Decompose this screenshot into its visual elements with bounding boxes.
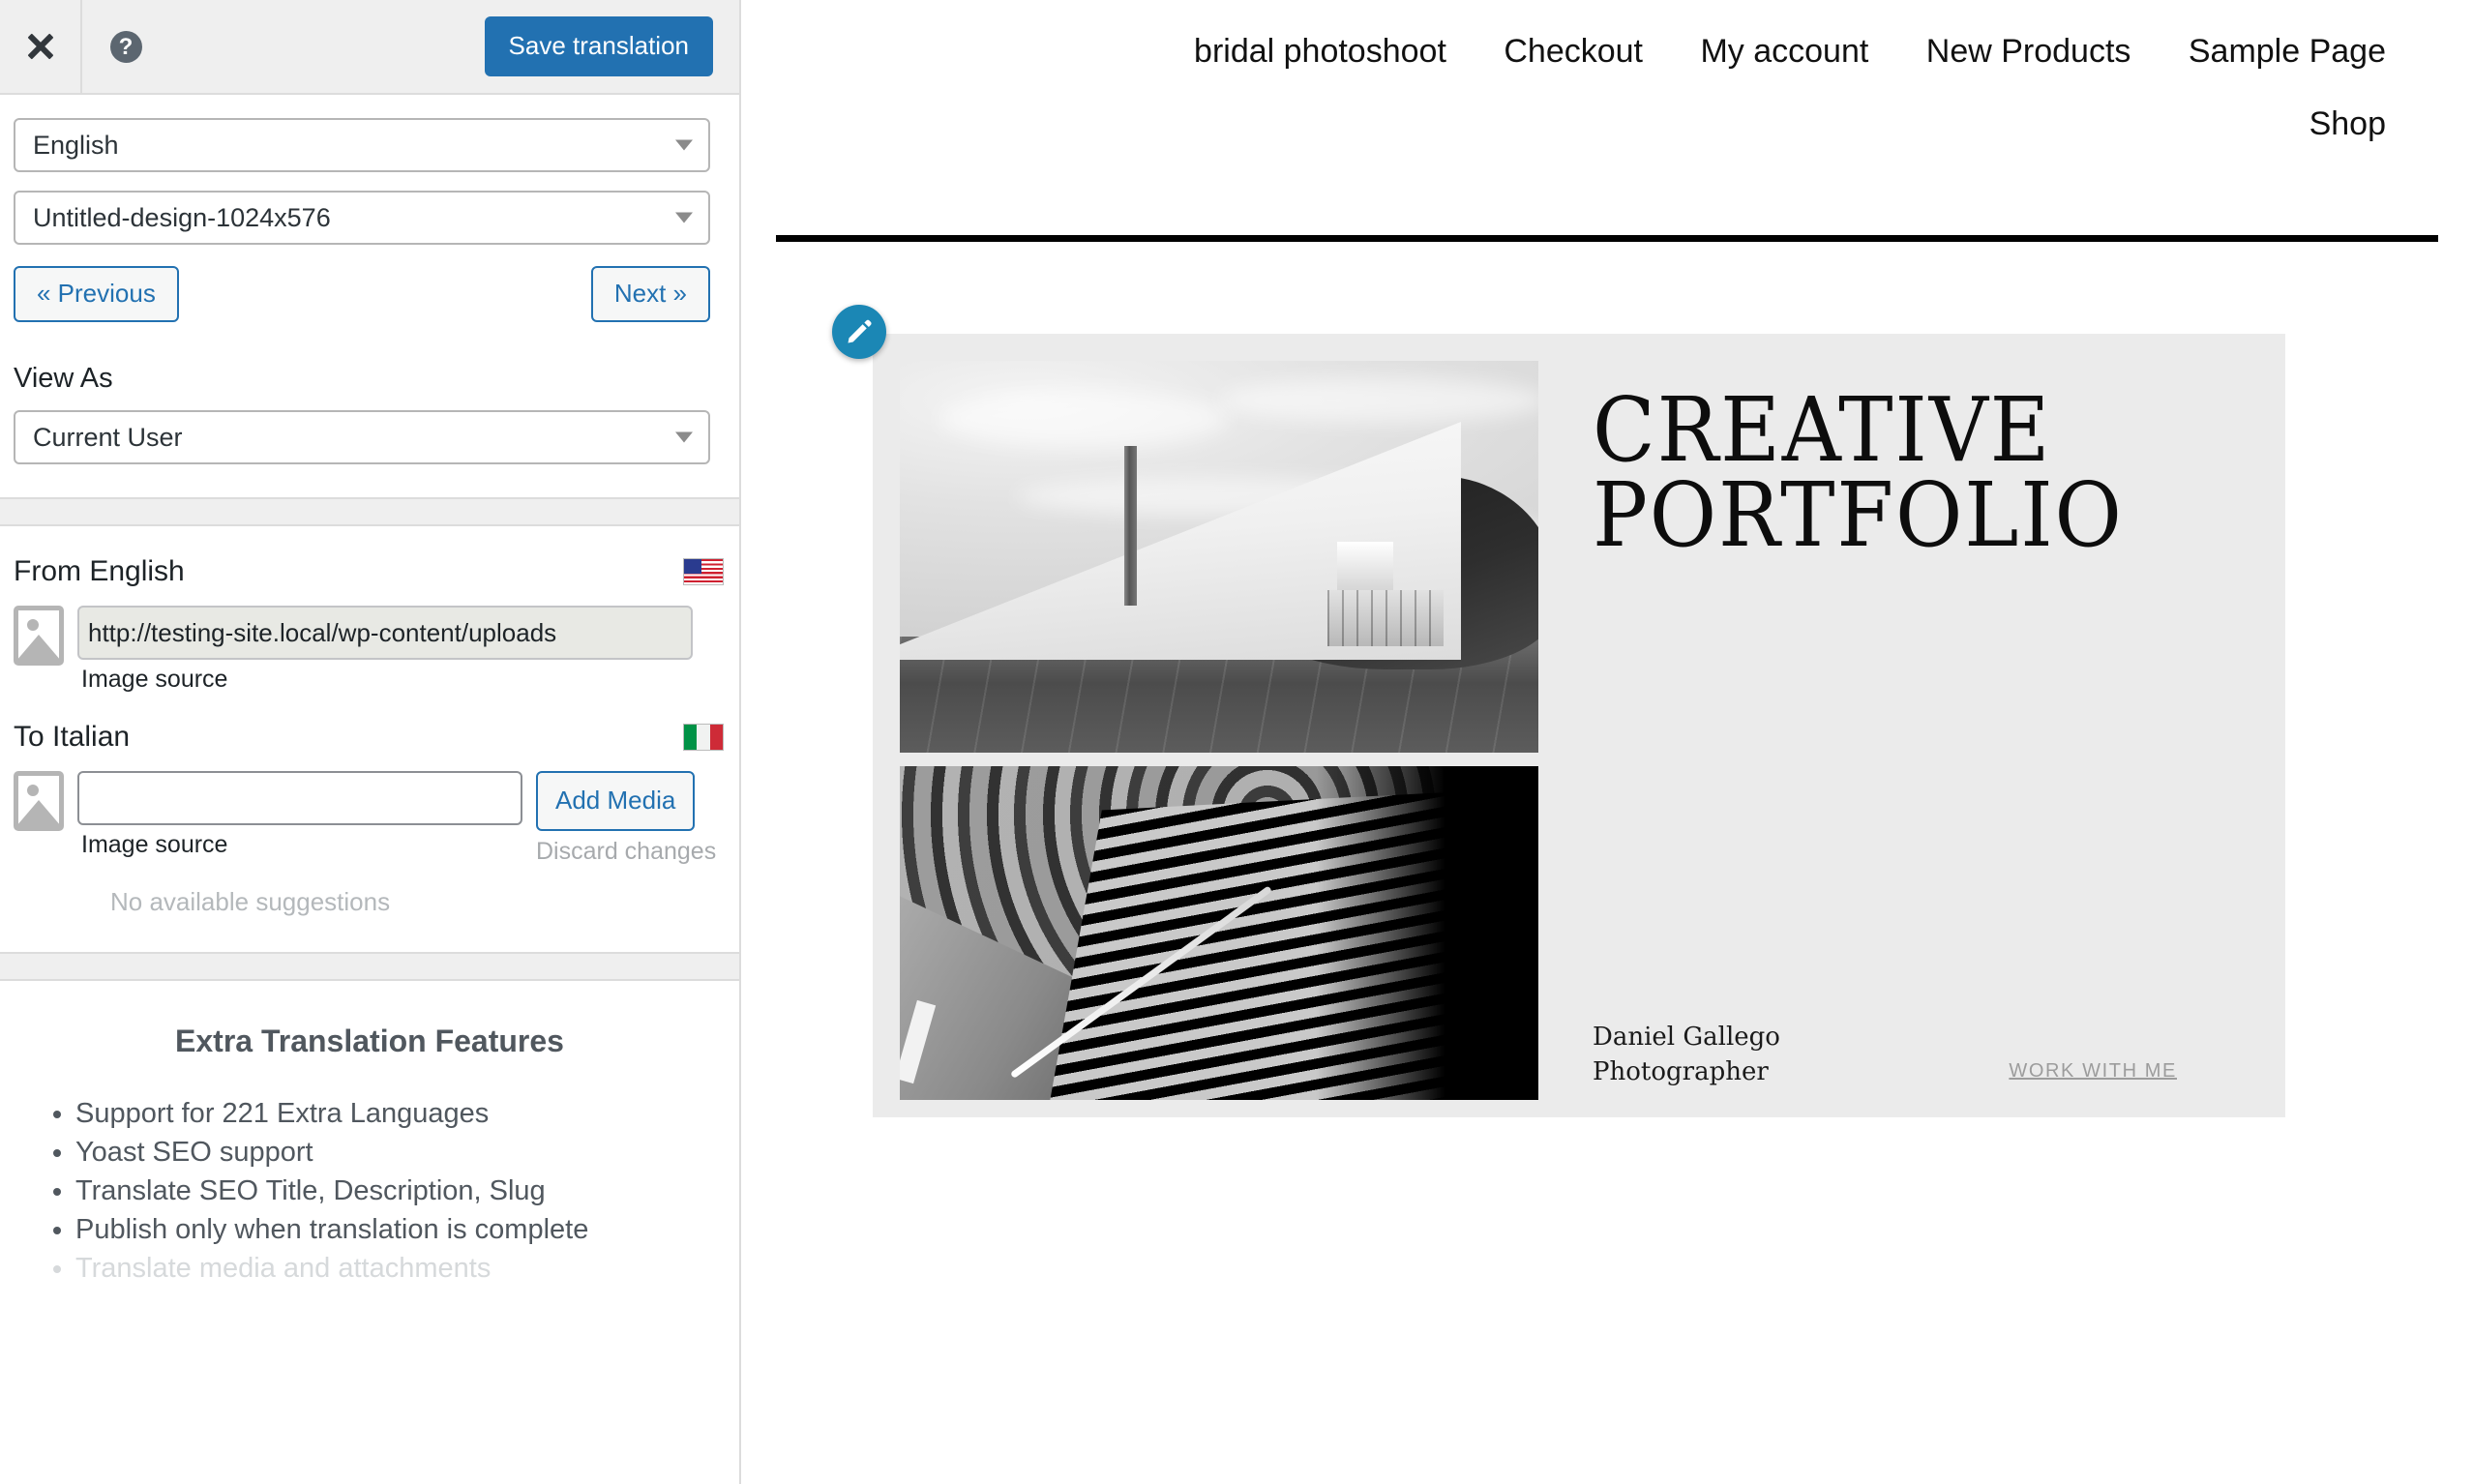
to-source-row: Image source Add Media Discard changes bbox=[14, 771, 726, 866]
add-media-button[interactable]: Add Media bbox=[536, 771, 696, 831]
promo-title: Extra Translation Features bbox=[175, 1024, 564, 1058]
author-role: Photographer bbox=[1593, 1057, 1769, 1087]
view-as-value: Current User bbox=[33, 422, 183, 452]
list-item: Publish only when translation is complet… bbox=[75, 1212, 726, 1249]
pagination-row: « Previous Next » bbox=[14, 266, 710, 322]
next-button[interactable]: Next » bbox=[590, 266, 710, 322]
portfolio-author: Daniel Gallego Photographer bbox=[1593, 1021, 1780, 1090]
portfolio-title-line2: PORTFOLIO bbox=[1593, 463, 2124, 568]
list-item: Translate SEO Title, Description, Slug bbox=[75, 1173, 726, 1210]
header-divider bbox=[776, 235, 2438, 242]
item-select-value: Untitled-design-1024x576 bbox=[33, 202, 331, 232]
view-as-label: View As bbox=[14, 363, 113, 394]
us-flag-icon bbox=[683, 558, 724, 585]
language-select[interactable]: English bbox=[14, 118, 710, 172]
help-icon: ? bbox=[109, 30, 142, 63]
site-preview-pane: bridal photoshoot Checkout My account Ne… bbox=[741, 0, 2473, 1484]
portfolio-footer: Daniel Gallego Photographer WORK WITH ME bbox=[1593, 1021, 2247, 1090]
portfolio-title: CREATIVE PORTFOLIO bbox=[1593, 386, 2194, 568]
no-suggestions-text: No available suggestions bbox=[110, 887, 391, 916]
discard-changes-link[interactable]: Discard changes bbox=[536, 838, 716, 866]
help-button[interactable]: ? bbox=[82, 0, 169, 93]
save-translation-button[interactable]: Save translation bbox=[484, 16, 713, 76]
work-with-me-link[interactable]: WORK WITH ME bbox=[2009, 1060, 2177, 1083]
photo-column bbox=[900, 361, 1538, 1117]
translation-fields: From English http://testing-site.local/w… bbox=[0, 526, 739, 952]
chevron-down-icon bbox=[675, 212, 693, 223]
to-image-source-input[interactable] bbox=[77, 771, 522, 825]
edit-image-button[interactable] bbox=[832, 305, 886, 359]
list-item: Yoast SEO support bbox=[75, 1135, 726, 1172]
italy-flag-icon bbox=[683, 724, 724, 751]
nav-item-checkout[interactable]: Checkout bbox=[1504, 33, 1643, 71]
to-image-source-label: Image source bbox=[81, 831, 228, 858]
section-divider bbox=[0, 952, 739, 981]
portfolio-photo-top bbox=[900, 361, 1538, 753]
nav-item-my-account[interactable]: My account bbox=[1700, 33, 1868, 71]
from-language-header: From English bbox=[14, 555, 724, 588]
nav-row-primary: bridal photoshoot Checkout My account Ne… bbox=[741, 33, 2386, 71]
previous-button[interactable]: « Previous bbox=[14, 266, 179, 322]
to-language-title: To Italian bbox=[14, 721, 131, 753]
section-divider bbox=[0, 497, 739, 526]
portfolio-photo-bottom bbox=[900, 766, 1538, 1100]
from-source-row: http://testing-site.local/wp-content/upl… bbox=[14, 606, 726, 694]
portfolio-text-column: CREATIVE PORTFOLIO Daniel Gallego Photog… bbox=[1538, 361, 2285, 1117]
sidebar-toolbar: ? Save translation bbox=[0, 0, 739, 95]
media-card-wrapper: CREATIVE PORTFOLIO Daniel Gallego Photog… bbox=[832, 305, 2285, 1117]
from-image-source-input[interactable]: http://testing-site.local/wp-content/upl… bbox=[77, 606, 693, 660]
close-icon bbox=[24, 30, 57, 63]
list-item: Translate media and attachments bbox=[75, 1251, 726, 1288]
nav-item-bridal-photoshoot[interactable]: bridal photoshoot bbox=[1194, 33, 1446, 71]
wp-translation-editor: ? Save translation English Untitled-desi… bbox=[0, 0, 2473, 1484]
view-as-select[interactable]: Current User bbox=[14, 410, 710, 464]
promo-feature-list: Support for 221 Extra Languages Yoast SE… bbox=[14, 1096, 726, 1288]
image-icon bbox=[14, 606, 64, 666]
to-language-header: To Italian bbox=[14, 721, 724, 754]
close-editor-button[interactable] bbox=[0, 0, 82, 93]
item-select[interactable]: Untitled-design-1024x576 bbox=[14, 191, 710, 245]
extra-features-promo: Extra Translation Features Support for 2… bbox=[0, 981, 739, 1288]
from-image-source-label: Image source bbox=[81, 666, 228, 693]
nav-item-sample-page[interactable]: Sample Page bbox=[2189, 33, 2386, 71]
nav-item-shop[interactable]: Shop bbox=[2309, 105, 2386, 143]
chevron-down-icon bbox=[675, 139, 693, 151]
selectors-block: English Untitled-design-1024x576 « Previ… bbox=[0, 95, 739, 497]
nav-row-secondary: Shop bbox=[741, 105, 2386, 143]
translation-sidebar: ? Save translation English Untitled-desi… bbox=[0, 0, 741, 1484]
from-language-title: From English bbox=[14, 555, 185, 587]
language-select-value: English bbox=[33, 130, 119, 160]
list-item: Support for 221 Extra Languages bbox=[75, 1096, 726, 1133]
chevron-down-icon bbox=[675, 431, 693, 443]
nav-item-new-products[interactable]: New Products bbox=[1926, 33, 2131, 71]
portfolio-card: CREATIVE PORTFOLIO Daniel Gallego Photog… bbox=[873, 334, 2285, 1117]
author-name: Daniel Gallego bbox=[1593, 1023, 1780, 1053]
pencil-icon bbox=[845, 317, 874, 346]
site-navigation: bridal photoshoot Checkout My account Ne… bbox=[741, 0, 2473, 143]
image-icon bbox=[14, 771, 64, 831]
